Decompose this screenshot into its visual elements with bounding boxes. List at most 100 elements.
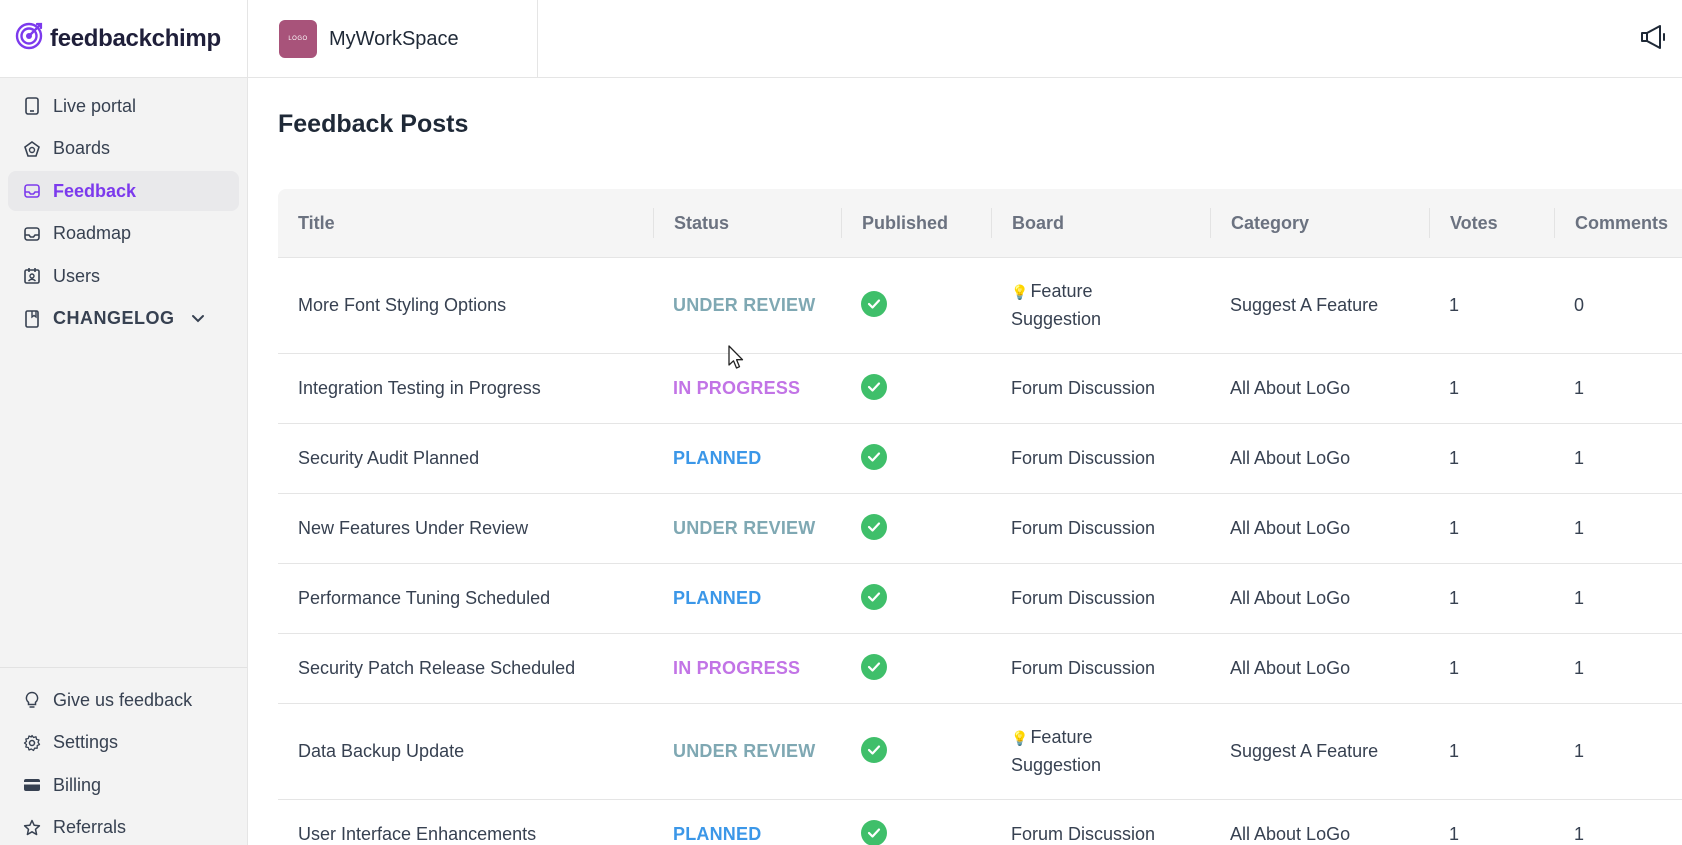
brand[interactable]: feedbackchimp	[0, 0, 247, 78]
post-title[interactable]: More Font Styling Options	[278, 292, 653, 319]
boards-icon	[23, 140, 41, 158]
inbox-icon	[23, 182, 41, 200]
sidebar-item-users[interactable]: Users	[8, 256, 239, 296]
board-cell: 💡 Feature Suggestion	[991, 278, 1210, 333]
column-header-status[interactable]: Status	[653, 208, 841, 238]
table-row[interactable]: User Interface Enhancements PLANNED Forum …	[278, 800, 1682, 845]
category-name: All About LoGo	[1230, 448, 1351, 468]
target-logo-icon	[14, 21, 44, 56]
board-cell: Forum Discussion	[991, 375, 1210, 402]
status-cell: UNDER REVIEW	[653, 515, 841, 542]
gear-icon	[23, 734, 41, 752]
sidebar-item-referrals[interactable]: Referrals	[8, 808, 239, 845]
table-row[interactable]: Performance Tuning Scheduled PLANNED Forum…	[278, 564, 1682, 634]
chevron-down-icon[interactable]	[191, 308, 205, 329]
table-row[interactable]: New Features Under Review UNDER REVIEW For…	[278, 494, 1682, 564]
sidebar-item-live-portal[interactable]: Live portal	[8, 86, 239, 126]
column-header-votes[interactable]: Votes	[1429, 208, 1554, 238]
book-icon	[23, 309, 41, 328]
published-cell	[841, 374, 991, 400]
mouse-cursor-icon	[728, 345, 746, 376]
sidebar-item-label: Settings	[53, 732, 119, 752]
table-row[interactable]: Security Audit Planned PLANNED Forum Discu…	[278, 424, 1682, 494]
status-badge[interactable]: PLANNED	[673, 824, 761, 844]
comment-count: 1	[1574, 658, 1585, 678]
check-circle-icon[interactable]	[861, 820, 887, 845]
sidebar-item-label: CHANGELOG	[53, 308, 175, 328]
status-badge[interactable]: UNDER REVIEW	[673, 518, 815, 538]
table-row[interactable]: Data Backup Update UNDER REVIEW 💡 Feature S…	[278, 704, 1682, 800]
vote-count: 1	[1449, 824, 1460, 844]
vote-count: 1	[1449, 741, 1460, 761]
status-badge[interactable]: PLANNED	[673, 448, 761, 468]
status-cell: IN PROGRESS	[653, 655, 841, 682]
workspace-switcher[interactable]: LOGO MyWorkSpace	[248, 0, 538, 78]
status-badge[interactable]: UNDER REVIEW	[673, 295, 815, 315]
post-title[interactable]: User Interface Enhancements	[278, 821, 653, 845]
sidebar-item-feedback[interactable]: Feedback	[8, 171, 239, 211]
check-circle-icon[interactable]	[861, 374, 887, 400]
check-circle-icon[interactable]	[861, 584, 887, 610]
post-title[interactable]: Data Backup Update	[278, 738, 653, 765]
status-cell: UNDER REVIEW	[653, 738, 841, 765]
column-header-comments[interactable]: Comments	[1554, 208, 1682, 238]
vote-count: 1	[1449, 518, 1460, 538]
sidebar: feedbackchimp Live portal Boards Feedbac…	[0, 0, 248, 845]
sidebar-item-boards[interactable]: Boards	[8, 129, 239, 169]
sidebar-item-billing[interactable]: Billing	[8, 765, 239, 805]
column-header-title[interactable]: Title	[278, 208, 653, 238]
table-row[interactable]: More Font Styling Options UNDER REVIEW 💡 Fe…	[278, 258, 1682, 354]
workspace-name: MyWorkSpace	[329, 27, 459, 50]
published-cell	[841, 514, 991, 540]
sidebar-item-roadmap[interactable]: Roadmap	[8, 214, 239, 254]
board-name: Forum Discussion	[1011, 824, 1156, 844]
lightbulb-emoji-icon: 💡	[1011, 730, 1029, 746]
check-circle-icon[interactable]	[861, 444, 887, 470]
post-title[interactable]: New Features Under Review	[278, 515, 653, 542]
status-cell: PLANNED	[653, 445, 841, 472]
board-name: Forum Discussion	[1011, 518, 1156, 538]
sidebar-item-settings[interactable]: Settings	[8, 723, 239, 763]
sidebar-bottom-nav: Give us feedback Settings Billing Referr…	[0, 667, 247, 845]
check-circle-icon[interactable]	[861, 291, 887, 317]
lightbulb-icon	[23, 691, 41, 709]
status-badge[interactable]: UNDER REVIEW	[673, 741, 815, 761]
column-header-board[interactable]: Board	[991, 208, 1210, 238]
status-badge[interactable]: IN PROGRESS	[673, 658, 800, 678]
category-name: All About LoGo	[1230, 378, 1351, 398]
status-cell: PLANNED	[653, 585, 841, 612]
sidebar-item-give-feedback[interactable]: Give us feedback	[8, 680, 239, 720]
comment-count: 1	[1574, 378, 1585, 398]
post-title[interactable]: Performance Tuning Scheduled	[278, 585, 653, 612]
feedback-table: Title Status Published Board Category Vo…	[278, 189, 1682, 845]
board-cell: 💡 Feature Suggestion	[991, 724, 1210, 779]
board-name: Forum Discussion	[1011, 588, 1156, 608]
brand-name: feedbackchimp	[50, 24, 221, 52]
sidebar-item-label: Live portal	[53, 95, 137, 116]
check-circle-icon[interactable]	[861, 654, 887, 680]
post-title[interactable]: Integration Testing in Progress	[278, 375, 653, 402]
status-badge[interactable]: PLANNED	[673, 588, 761, 608]
status-badge[interactable]: IN PROGRESS	[673, 378, 800, 398]
check-circle-icon[interactable]	[861, 514, 887, 540]
sidebar-item-changelog[interactable]: CHANGELOG	[8, 299, 239, 339]
top-bar: LOGO MyWorkSpace	[248, 0, 1682, 78]
table-row[interactable]: Security Patch Release Scheduled IN PROGR…	[278, 634, 1682, 704]
post-title[interactable]: Security Patch Release Scheduled	[278, 655, 653, 682]
category-name: All About LoGo	[1230, 518, 1351, 538]
table-row[interactable]: Integration Testing in Progress IN PROGRE…	[278, 354, 1682, 424]
category-name: Suggest A Feature	[1230, 741, 1379, 761]
column-header-published[interactable]: Published	[841, 208, 991, 238]
lightbulb-emoji-icon: 💡	[1011, 284, 1029, 300]
vote-count: 1	[1449, 295, 1460, 315]
comment-count: 1	[1574, 588, 1585, 608]
column-header-category[interactable]: Category	[1210, 208, 1429, 238]
board-cell: Forum Discussion	[991, 515, 1210, 542]
megaphone-icon[interactable]	[1638, 22, 1668, 52]
status-cell: UNDER REVIEW	[653, 292, 841, 319]
post-title[interactable]: Security Audit Planned	[278, 445, 653, 472]
board-cell: Forum Discussion	[991, 821, 1210, 845]
check-circle-icon[interactable]	[861, 737, 887, 763]
card-icon	[23, 776, 41, 794]
star-icon	[23, 819, 41, 837]
